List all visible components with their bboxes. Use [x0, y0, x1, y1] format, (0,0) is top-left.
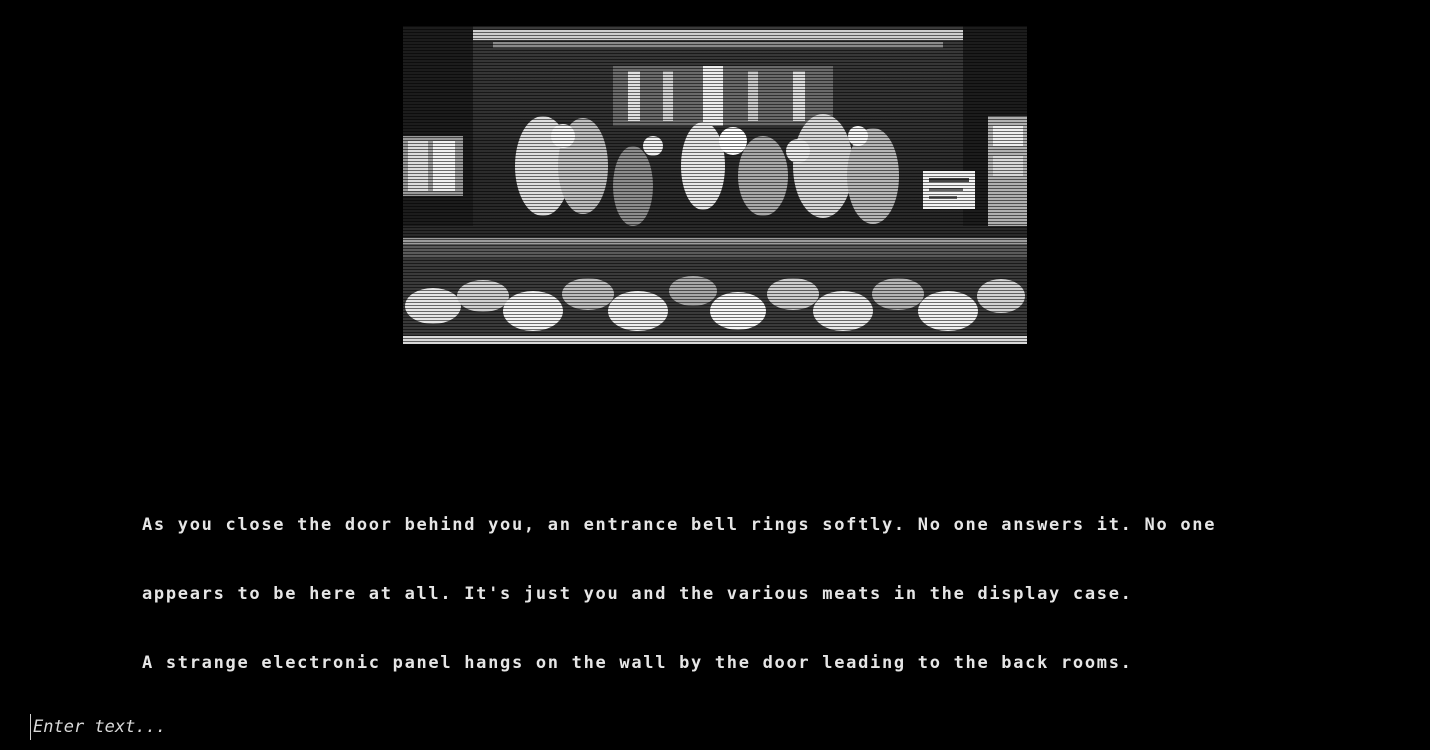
command-input[interactable]	[30, 714, 633, 740]
narration-line: A strange electronic panel hangs on the …	[142, 653, 1133, 673]
narration-line: As you close the door behind you, an ent…	[142, 515, 1217, 535]
command-bar	[30, 714, 633, 740]
narration-text: As you close the door behind you, an ent…	[142, 468, 1242, 698]
butcher-shop-display-image	[403, 26, 1027, 344]
narration-line: appears to be here at all. It's just you…	[142, 584, 1133, 604]
scene-image	[403, 26, 1027, 344]
